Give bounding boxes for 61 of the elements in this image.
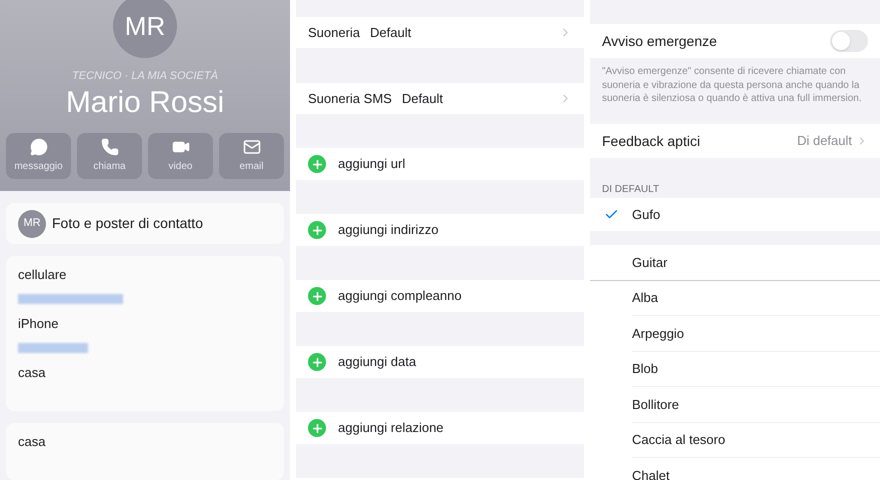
tone-row[interactable]: Bollitore: [632, 387, 880, 422]
small-avatar: MR: [18, 210, 46, 238]
tone-label: Bollitore: [632, 396, 679, 414]
add-icon: [308, 155, 326, 173]
add-field-label: aggiungi url: [338, 155, 406, 174]
phone-label: cellulare: [18, 266, 68, 284]
add-field-row[interactable]: aggiungi compleanno: [296, 280, 584, 312]
section-header: DI DEFAULT: [601, 183, 660, 197]
add-icon: [308, 353, 326, 371]
ringtone-row[interactable]: Suoneria SMS Default: [296, 83, 584, 114]
tone-label: Arpeggio: [632, 324, 684, 343]
add-icon: [308, 221, 326, 239]
phone-row[interactable]: casa: [18, 362, 272, 412]
phone-icon: [100, 138, 118, 156]
tone-label: Caccia al tesoro: [632, 431, 726, 449]
tone-label: Blob: [632, 360, 658, 378]
poster-row[interactable]: MR Foto e poster di contatto: [6, 203, 284, 244]
add-field-label: aggiungi relazione: [338, 419, 444, 438]
tone-row[interactable]: Chalet: [632, 458, 880, 480]
toggle-switch[interactable]: [830, 30, 868, 52]
tone-row[interactable]: Arpeggio: [632, 316, 880, 352]
tone-row[interactable]: Guitar: [590, 245, 880, 280]
tone-label: Alba: [632, 289, 658, 307]
contact-subtitle: TECNICO · LA MIA SOCIETÀ: [72, 68, 218, 84]
add-field-row[interactable]: aggiungi relazione: [296, 412, 584, 444]
ringtone-value: Default: [402, 90, 444, 108]
add-field-label: aggiungi compleanno: [338, 287, 462, 306]
haptics-value: Di default: [797, 132, 852, 150]
poster-label: Foto e poster di contatto: [52, 214, 203, 234]
speech-bubble-icon: [30, 138, 48, 156]
contact-avatar: MR: [113, 0, 177, 58]
contact-name: Mario Rossi: [66, 84, 224, 120]
haptics-row[interactable]: Feedback aptici Di default: [590, 124, 880, 158]
add-field-row[interactable]: aggiungi data: [296, 346, 584, 378]
tone-label: Guitar: [632, 254, 668, 272]
phone-label: iPhone: [18, 315, 60, 334]
haptics-label: Feedback aptici: [602, 132, 702, 151]
add-icon: [308, 419, 326, 437]
add-field-row[interactable]: aggiungi url: [296, 148, 584, 180]
tone-row[interactable]: Caccia al tesoro: [632, 422, 880, 458]
ringtone-label: Suoneria SMS: [308, 90, 392, 108]
ringtone-row[interactable]: Suoneria Default: [296, 17, 584, 48]
redacted-number: [18, 342, 88, 353]
tone-row[interactable]: Alba: [632, 280, 880, 316]
address-label: casa: [18, 434, 46, 450]
tone-row[interactable]: Gufo: [590, 198, 880, 231]
add-field-label: aggiungi data: [338, 353, 416, 372]
envelope-icon: [242, 138, 260, 156]
phone-label: casa: [18, 364, 46, 382]
add-field-label: aggiungi indirizzo: [338, 221, 438, 240]
emergency-note: "Avviso emergenze" consente di ricevere chiamate con suoneria e vibrazione da questa persona anche quando la suoneria è silenziosa o quando è attiva una full immersion.: [601, 65, 863, 106]
ringtone-value: Default: [370, 24, 412, 42]
phone-row[interactable]: iPhone: [18, 313, 272, 362]
ringtone-label: Suoneria: [308, 24, 360, 42]
add-icon: [308, 287, 326, 305]
tone-label: Chalet: [632, 466, 670, 480]
add-field-row[interactable]: aggiungi indirizzo: [296, 214, 584, 246]
tone-row[interactable]: Blob: [632, 352, 880, 387]
phone-row[interactable]: cellulare: [18, 264, 272, 314]
emergency-label: Avviso emergenze: [602, 32, 718, 51]
tone-label: Gufo: [632, 206, 660, 224]
